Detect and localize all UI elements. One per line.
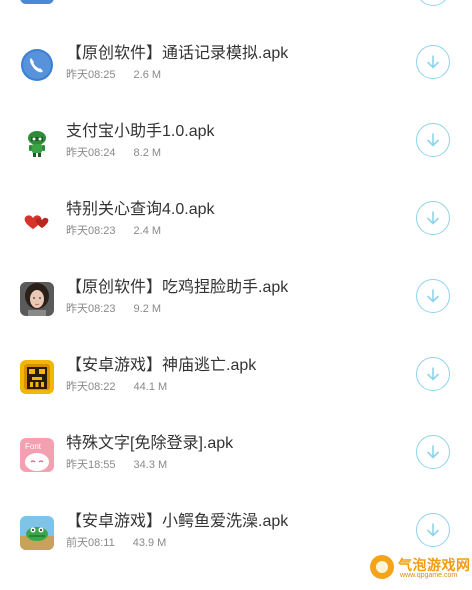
temple-run-icon xyxy=(20,360,54,394)
file-meta: 昨天08:24 8.2 M xyxy=(66,146,161,160)
alipay-assistant-icon xyxy=(20,126,54,160)
watermark-url: www.qpgame.com xyxy=(400,572,458,579)
download-button[interactable] xyxy=(416,279,450,313)
crocodile-game-icon xyxy=(20,516,54,550)
file-time: 昨天08:23 xyxy=(66,303,116,315)
download-button[interactable] xyxy=(416,201,450,235)
download-button[interactable] xyxy=(416,435,450,469)
file-meta: 昨天08:25 2.6 M xyxy=(66,68,161,82)
file-size: 44.1 M xyxy=(133,381,168,393)
download-arrow-icon xyxy=(427,211,439,225)
hearts-icon xyxy=(20,204,54,238)
download-button[interactable] xyxy=(416,123,450,157)
file-meta: 昨天08:22 44.1 M xyxy=(66,380,167,394)
file-size: 2.4 M xyxy=(133,225,162,237)
download-button[interactable] xyxy=(416,357,450,391)
file-time: 昨天08:23 xyxy=(66,225,116,237)
download-button[interactable] xyxy=(416,45,450,79)
file-time: 昨天08:22 xyxy=(66,381,116,393)
file-name[interactable]: 【安卓游戏】神庙逃亡.apk xyxy=(66,356,256,376)
download-arrow-icon xyxy=(427,367,439,381)
file-row[interactable]: 【安卓游戏】神庙逃亡.apk 昨天08:22 44.1 M xyxy=(0,356,472,434)
file-size: 2.6 M xyxy=(133,69,162,81)
file-name[interactable]: 特别关心查询4.0.apk xyxy=(66,200,215,220)
file-time: 前天08:11 xyxy=(66,537,115,549)
file-size: 9.2 M xyxy=(133,303,162,315)
file-meta: 前天08:11 43.9 M xyxy=(66,536,166,550)
font-app-icon: Font xyxy=(20,438,54,472)
file-list: 【原创软件】通话记录模拟.apk 昨天08:25 2.6 M 支付宝小助手1.0… xyxy=(0,0,472,585)
avatar-face-icon xyxy=(20,282,54,316)
site-watermark: 气泡游戏网 www.qpgame.com xyxy=(370,553,470,583)
download-arrow-icon xyxy=(427,289,439,303)
file-size: 43.9 M xyxy=(132,537,167,549)
file-row[interactable]: 特别关心查询4.0.apk 昨天08:23 2.4 M xyxy=(0,200,472,278)
file-name[interactable]: 支付宝小助手1.0.apk xyxy=(66,122,215,142)
download-arrow-icon xyxy=(427,523,439,537)
download-button[interactable] xyxy=(416,513,450,547)
file-name[interactable]: 【原创软件】吃鸡捏脸助手.apk xyxy=(66,278,288,298)
phone-icon xyxy=(20,48,54,82)
partial-download-button[interactable] xyxy=(416,0,450,6)
partial-file-icon xyxy=(20,0,54,4)
file-time: 昨天08:25 xyxy=(66,69,116,81)
file-row[interactable]: 【原创软件】吃鸡捏脸助手.apk 昨天08:23 9.2 M xyxy=(0,278,472,356)
file-row[interactable]: 支付宝小助手1.0.apk 昨天08:24 8.2 M xyxy=(0,122,472,200)
file-time: 昨天08:24 xyxy=(66,147,116,159)
watermark-logo-icon xyxy=(370,555,394,579)
download-arrow-icon xyxy=(427,445,439,459)
file-name[interactable]: 【原创软件】通话记录模拟.apk xyxy=(66,44,288,64)
download-arrow-icon xyxy=(427,133,439,147)
file-name[interactable]: 特殊文字[免除登录].apk xyxy=(66,434,233,454)
file-size: 34.3 M xyxy=(133,459,168,471)
file-name[interactable]: 【安卓游戏】小鳄鱼爱洗澡.apk xyxy=(66,512,288,532)
file-time: 昨天18:55 xyxy=(66,459,116,471)
file-meta: 昨天18:55 34.3 M xyxy=(66,458,167,472)
download-arrow-icon xyxy=(427,55,439,69)
font-icon-label: Font xyxy=(25,442,42,451)
file-row[interactable]: Font 特殊文字[免除登录].apk 昨天18:55 34.3 M xyxy=(0,434,472,512)
file-size: 8.2 M xyxy=(133,147,162,159)
file-row[interactable]: 【原创软件】通话记录模拟.apk 昨天08:25 2.6 M xyxy=(0,44,472,122)
file-meta: 昨天08:23 9.2 M xyxy=(66,302,161,316)
file-meta: 昨天08:23 2.4 M xyxy=(66,224,161,238)
